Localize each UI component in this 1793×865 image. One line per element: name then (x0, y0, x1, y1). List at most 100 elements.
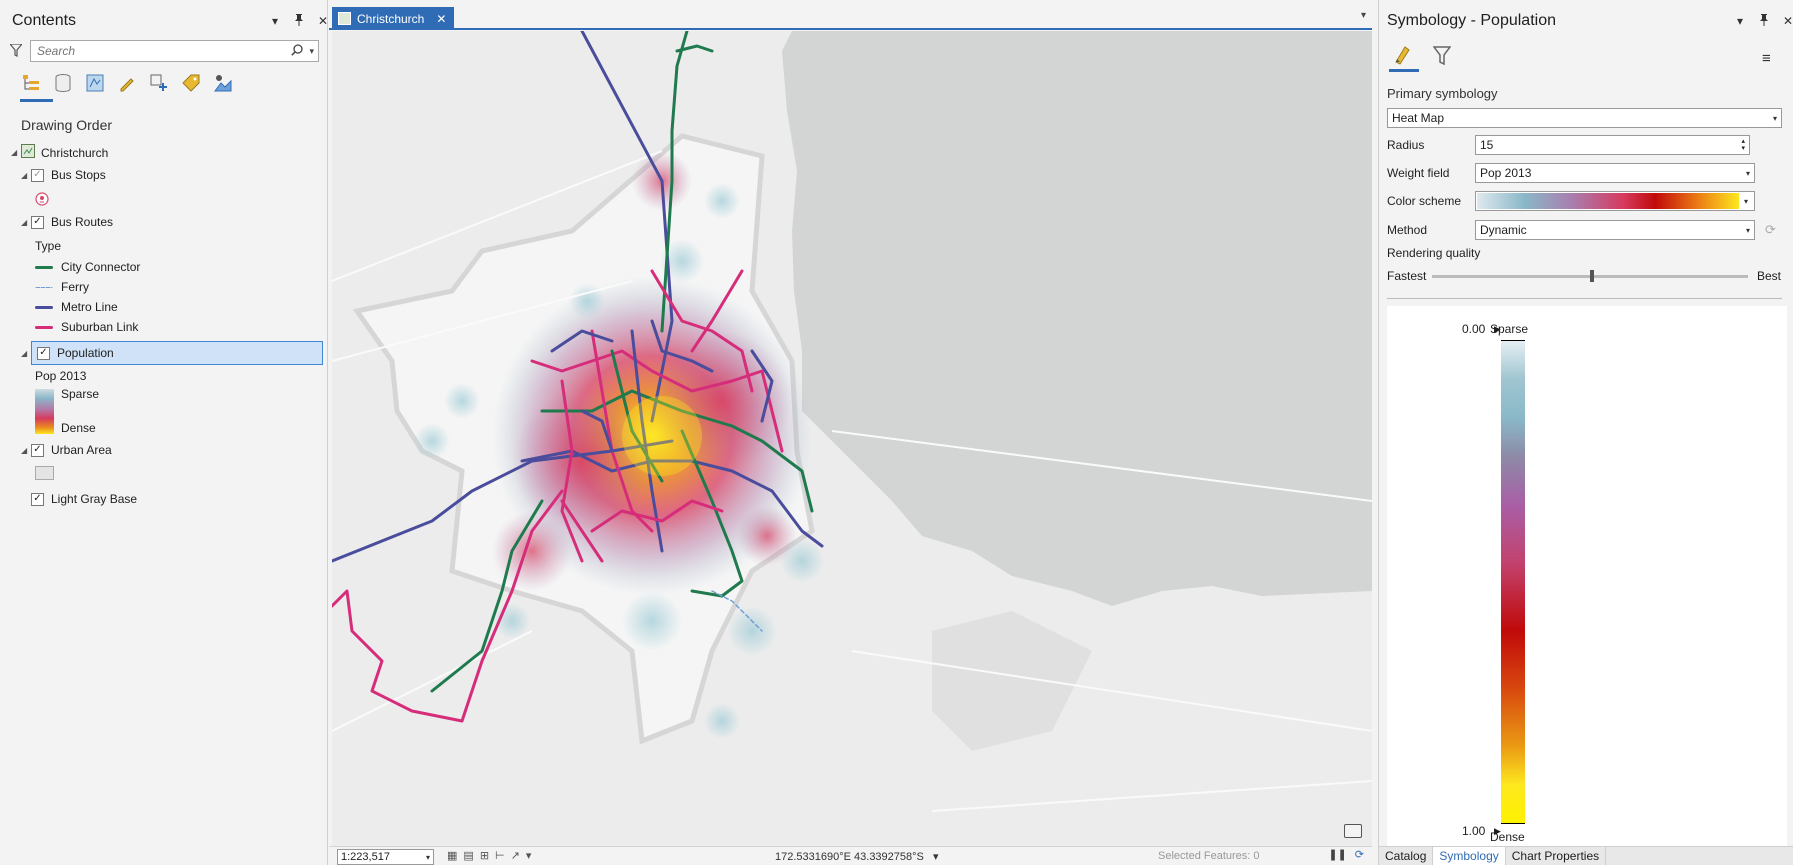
metro-line-swatch (35, 305, 53, 309)
legend-label: City Connector (61, 260, 141, 274)
close-tab-icon[interactable]: ✕ (436, 12, 446, 26)
contents-toolbar (20, 72, 234, 102)
tab-list-chevron-icon[interactable]: ▾ (1361, 10, 1366, 21)
expand-triangle-icon[interactable]: ◢ (21, 446, 31, 455)
search-field[interactable]: ▾ (30, 40, 319, 62)
search-input[interactable] (37, 44, 292, 58)
population-visibility-checkbox[interactable]: ✓ (37, 346, 50, 360)
weight-field-dropdown[interactable]: Pop 2013 ▾ (1475, 163, 1755, 183)
hamburger-menu-icon[interactable]: ≡ (1762, 50, 1771, 67)
light-gray-base-label: Light Gray Base (51, 492, 138, 506)
tree-item-bus-routes[interactable]: ◢ ✓ Bus Routes (21, 215, 113, 229)
heatmap-blob (622, 591, 682, 651)
method-dropdown[interactable]: Dynamic ▾ (1475, 220, 1755, 240)
expand-triangle-icon[interactable]: ◢ (11, 148, 21, 157)
map-canvas[interactable] (332, 31, 1372, 846)
tree-item-bus-stops[interactable]: ◢ ✓ Bus Stops (21, 168, 106, 182)
radius-input[interactable]: 15 ▴ ▾ (1475, 135, 1750, 155)
chevron-down-icon: ▾ (1745, 168, 1750, 178)
filter-tab[interactable] (1427, 42, 1457, 72)
fastest-label: Fastest (1387, 269, 1427, 283)
rendering-quality-slider[interactable] (1432, 270, 1748, 282)
legend-dense-label: Dense (61, 421, 96, 435)
color-scheme-swatch (1477, 193, 1739, 209)
close-icon[interactable]: ✕ (1781, 14, 1793, 29)
coordinate-readout: 172.5331690°E 43.3392758°S ▾ (775, 850, 938, 863)
pause-drawing-icon[interactable]: ❚❚ (1328, 848, 1346, 861)
color-scheme-dropdown[interactable]: ▾ (1475, 191, 1755, 211)
scale-selector[interactable]: 1:223,517 ▾ (337, 849, 434, 865)
tree-item-population[interactable]: ◢ ✓ Population (21, 341, 323, 365)
heatmap-color-ramp[interactable] (1501, 340, 1525, 824)
primary-symbology-tab[interactable] (1389, 42, 1419, 72)
suburban-link-swatch (35, 325, 53, 329)
spinner-icon[interactable]: ▴ ▾ (1741, 138, 1745, 152)
primary-symbology-label: Primary symbology (1387, 86, 1498, 101)
list-by-perspective-imagery-icon[interactable] (212, 72, 234, 94)
grid-icon[interactable]: ▤ (463, 849, 473, 862)
list-by-labeling-icon[interactable] (180, 72, 202, 94)
heatmap-ramp-panel: 0.00 ▶ Sparse 1.00 ▶ Dense (1387, 306, 1787, 846)
legend-item-city-connector: City Connector (35, 260, 140, 274)
map-icon (21, 144, 35, 161)
search-icon[interactable] (291, 43, 304, 59)
list-by-snapping-icon[interactable] (148, 72, 170, 94)
symbology-pane-controls: ▾ ✕ (1733, 14, 1793, 29)
pin-icon[interactable] (1757, 14, 1771, 29)
more-tools-chevron-icon[interactable]: ▾ (526, 849, 532, 862)
heatmap-blob (780, 539, 824, 583)
tab-chart-properties[interactable]: Chart Properties (1506, 847, 1607, 865)
pin-icon[interactable] (292, 14, 306, 29)
weight-field-label: Weight field (1387, 166, 1450, 180)
tab-christchurch[interactable]: Christchurch ✕ (332, 7, 455, 30)
legend-sparse-label: Sparse (61, 387, 100, 401)
list-by-data-source-icon[interactable] (52, 72, 74, 94)
population-selected-row[interactable]: ✓ Population (31, 341, 323, 365)
pane-menu-icon[interactable]: ▾ (268, 14, 282, 29)
list-by-editing-icon[interactable] (116, 72, 138, 94)
urban-area-visibility-checkbox[interactable]: ✓ (31, 443, 44, 457)
population-field-label: Pop 2013 (35, 369, 87, 383)
contents-pane-controls: ▾ ✕ (268, 14, 330, 29)
tab-symbology[interactable]: Symbology (1433, 847, 1506, 865)
tree-item-urban-area[interactable]: ◢ ✓ Urban Area (21, 443, 112, 457)
constraint-icon[interactable]: ⊢ (495, 849, 505, 862)
bus-stops-visibility-checkbox[interactable]: ✓ (31, 168, 44, 182)
legend-item-suburban-link: Suburban Link (35, 320, 138, 334)
tree-item-light-gray-base[interactable]: ✓ Light Gray Base (31, 492, 137, 506)
pane-divider[interactable] (1387, 298, 1782, 299)
pane-menu-icon[interactable]: ▾ (1733, 14, 1747, 29)
list-by-drawing-order-icon[interactable] (20, 72, 42, 94)
snapping-icon[interactable]: ⊞ (480, 849, 489, 862)
coordinate-format-chevron-icon[interactable]: ▾ (933, 851, 939, 863)
search-options-chevron-icon[interactable]: ▾ (309, 46, 314, 57)
refresh-method-icon[interactable]: ⟳ (1765, 222, 1776, 238)
bus-routes-visibility-checkbox[interactable]: ✓ (31, 215, 44, 229)
light-gray-base-visibility-checkbox[interactable]: ✓ (31, 492, 44, 506)
expand-triangle-icon[interactable]: ◢ (21, 218, 31, 227)
add-grid-icon[interactable]: ▦ (447, 849, 457, 862)
filter-icon[interactable] (8, 43, 24, 60)
active-tool-indicator (20, 99, 53, 102)
population-color-ramp (35, 389, 54, 434)
map-graphics[interactable] (332, 31, 1372, 846)
map-overview-icon[interactable] (1344, 824, 1362, 838)
close-icon[interactable]: ✕ (316, 14, 330, 29)
city-connector-swatch (35, 265, 53, 269)
scale-dropdown-icon[interactable]: ▾ (426, 853, 430, 862)
refresh-icon[interactable]: ⟳ (1355, 848, 1364, 861)
status-right-controls: ❚❚ ⟳ (1328, 848, 1364, 861)
contents-title: Contents (12, 12, 77, 29)
tree-item-map[interactable]: ◢ Christchurch (11, 144, 108, 161)
navigator-icon[interactable]: ↗ (511, 849, 520, 862)
expand-triangle-icon[interactable]: ◢ (21, 171, 31, 180)
renderer-dropdown[interactable]: Heat Map ▾ (1387, 108, 1782, 128)
heatmap-blob (727, 606, 777, 656)
list-by-selection-icon[interactable] (84, 72, 106, 94)
legend-label: Ferry (61, 280, 89, 294)
heatmap-blob (569, 283, 605, 319)
weight-field-value: Pop 2013 (1480, 166, 1532, 180)
tab-catalog[interactable]: Catalog (1379, 847, 1434, 865)
expand-triangle-icon[interactable]: ◢ (21, 349, 31, 358)
slider-thumb[interactable] (1590, 270, 1594, 282)
